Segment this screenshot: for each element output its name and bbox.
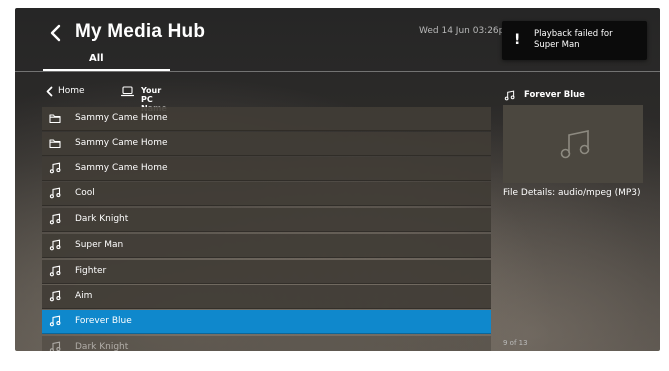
list-item-label: Cool: [75, 188, 95, 198]
list-item-label: Sammy Came Home: [75, 113, 168, 123]
chevron-left-icon: [50, 24, 61, 42]
music-note-icon: [49, 187, 61, 199]
back-button[interactable]: [45, 20, 67, 46]
list-item-label: Fighter: [75, 266, 107, 276]
music-note-icon: [49, 315, 61, 327]
list-item-selected[interactable]: Forever Blue: [42, 310, 491, 334]
list-item-label: Aim: [75, 291, 93, 301]
chevron-left-icon: [46, 86, 53, 97]
page-title: My Media Hub: [75, 21, 206, 42]
list-item-label: Super Man: [75, 240, 124, 250]
list-item[interactable]: Sammy Came Home: [42, 157, 491, 181]
folder-icon: [49, 114, 61, 124]
music-note-icon: [49, 290, 61, 302]
details-title: Forever Blue: [524, 90, 585, 100]
music-note-icon: [49, 239, 61, 251]
list-item[interactable]: Dark Knight: [42, 336, 491, 351]
list-item-label: Dark Knight: [75, 342, 129, 351]
music-note-icon: [504, 90, 515, 101]
list-item[interactable]: Aim: [42, 285, 491, 309]
clock: Wed 14 Jun 03:26p: [419, 26, 505, 36]
file-details: File Details: audio/mpeg (MP3): [503, 188, 641, 198]
music-note-icon: [49, 341, 61, 351]
list-item[interactable]: Sammy Came Home: [42, 107, 491, 131]
list-item-label: Dark Knight: [75, 214, 129, 224]
breadcrumb-back-button[interactable]: [45, 86, 54, 97]
media-list: Sammy Came Home Sammy Came Home Sammy Ca…: [42, 107, 491, 351]
music-note-icon: [560, 130, 590, 159]
header: My Media Hub All Wed 14 Jun 03:26p ! Pla…: [15, 8, 660, 74]
header-divider: [15, 71, 660, 72]
alert-icon: !: [514, 32, 521, 48]
music-note-icon: [49, 213, 61, 225]
breadcrumb-home[interactable]: Home: [58, 86, 85, 96]
item-position: 9 of 13: [503, 339, 528, 347]
error-toast: ! Playback failed for Super Man: [502, 21, 647, 60]
list-item[interactable]: Fighter: [42, 260, 491, 284]
list-item[interactable]: Sammy Came Home: [42, 132, 491, 156]
tab-all[interactable]: All: [89, 53, 104, 64]
list-item[interactable]: Cool: [42, 182, 491, 206]
folder-icon: [49, 139, 61, 149]
toast-message: Playback failed for Super Man: [534, 29, 613, 50]
list-item[interactable]: Dark Knight: [42, 208, 491, 232]
list-item[interactable]: Super Man: [42, 234, 491, 258]
music-note-icon: [49, 162, 61, 174]
computer-icon: [121, 86, 134, 97]
list-item-label: Sammy Came Home: [75, 138, 168, 148]
list-item-label: Forever Blue: [75, 316, 132, 326]
music-note-icon: [49, 265, 61, 277]
media-hub-window: My Media Hub All Wed 14 Jun 03:26p ! Pla…: [15, 8, 660, 351]
list-item-label: Sammy Came Home: [75, 163, 168, 173]
